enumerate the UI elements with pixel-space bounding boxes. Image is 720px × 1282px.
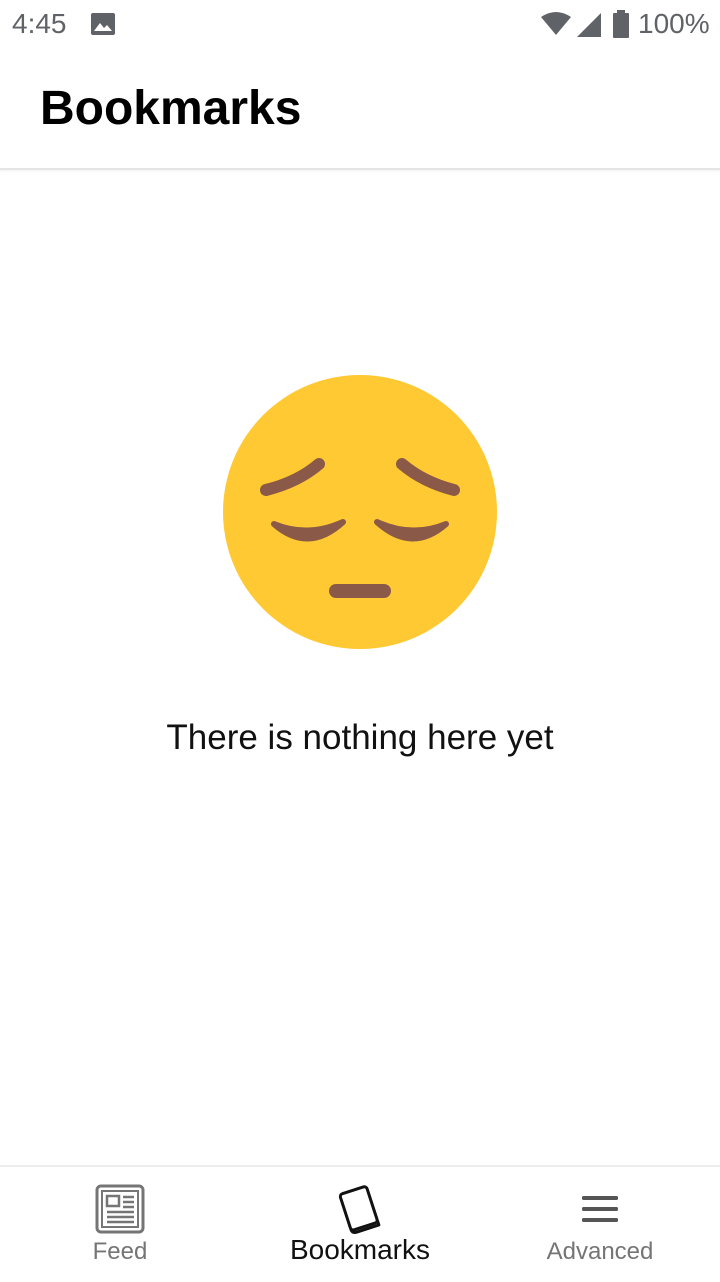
pensive-face-icon [223,375,497,649]
wifi-icon [541,12,571,35]
status-bar: 4:45 100% [0,0,720,48]
newspaper-icon [95,1184,145,1234]
image-icon [91,13,115,35]
nav-item-advanced[interactable]: Advanced [480,1167,720,1282]
page-title: Bookmarks [40,82,302,135]
nav-item-bookmarks[interactable]: Bookmarks [240,1167,480,1282]
empty-state-message: There is nothing here yet [166,718,554,757]
nav-label-advanced: Advanced [546,1238,654,1265]
status-time: 4:45 [12,8,67,39]
signal-icon [577,13,601,37]
book-icon [338,1185,381,1234]
nav-label-feed: Feed [92,1238,148,1265]
battery-percentage: 100% [638,8,710,39]
app-bar: Bookmarks [0,48,720,170]
menu-icon [582,1196,618,1222]
nav-item-feed[interactable]: Feed [0,1167,240,1282]
bottom-navigation: Feed Bookmarks Advanced [0,1165,720,1282]
battery-icon [613,10,629,38]
nav-label-bookmarks: Bookmarks [289,1234,431,1265]
